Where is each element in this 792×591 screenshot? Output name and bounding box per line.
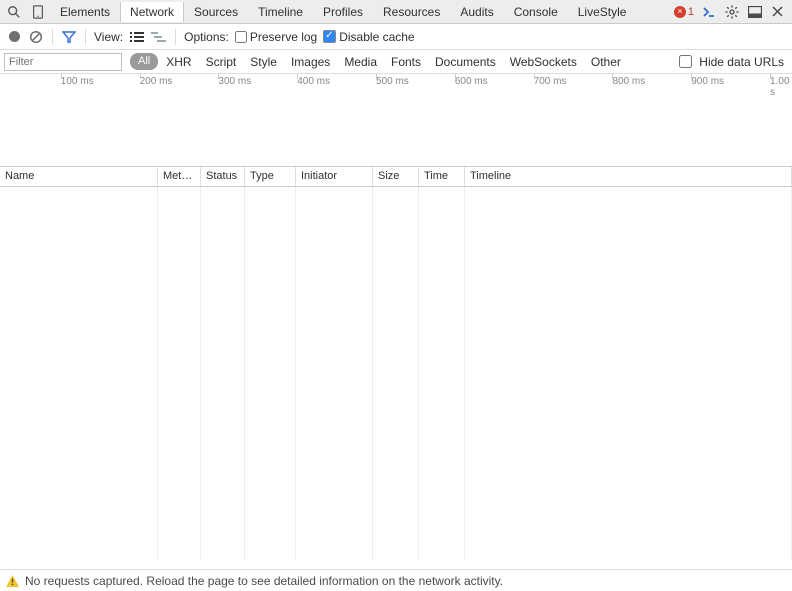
hide-data-urls-label: Hide data URLs [699,55,784,69]
close-icon[interactable] [769,3,786,20]
col-timeline-header[interactable]: Timeline [465,167,792,186]
timeline-tick: 200 ms [140,76,173,87]
view-waterfall-icon[interactable] [151,29,167,45]
filter-type-documents[interactable]: Documents [435,55,496,69]
timeline-overview[interactable]: 100 ms 200 ms 300 ms 400 ms 500 ms 600 ms 700 … [0,74,792,167]
tab-elements[interactable]: Elements [50,2,120,22]
filter-type-script[interactable]: Script [206,55,237,69]
options-label: Options: [184,30,229,44]
record-icon[interactable] [6,29,22,45]
warning-icon [6,575,19,587]
status-message: No requests captured. Reload the page to… [25,574,503,588]
col-initiator-header[interactable]: Initiator [296,167,373,186]
disable-cache-label: Disable cache [339,30,414,44]
tab-timeline[interactable]: Timeline [248,2,313,22]
filter-type-fonts[interactable]: Fonts [391,55,421,69]
preserve-log-checkbox[interactable]: Preserve log [235,30,317,44]
col-name-header[interactable]: Name [0,167,158,186]
timeline-tick: 700 ms [534,76,567,87]
tab-profiles[interactable]: Profiles [313,2,373,22]
requests-table-header: Name Meth… Status Type Initiator Size Ti… [0,167,792,187]
filter-type-media[interactable]: Media [344,55,377,69]
tab-sources[interactable]: Sources [184,2,248,22]
dock-side-icon[interactable] [746,3,763,20]
col-time-header[interactable]: Time [419,167,465,186]
view-list-icon[interactable] [129,29,145,45]
timeline-tick: 800 ms [612,76,645,87]
preserve-log-label: Preserve log [250,30,317,44]
disable-cache-input[interactable] [323,30,336,43]
filter-type-other[interactable]: Other [591,55,621,69]
filter-types: XHR Script Style Images Media Fonts Documents W… [166,55,621,69]
col-size-header[interactable]: Size [373,167,419,186]
hide-data-urls-input[interactable] [679,55,692,68]
timeline-tick: 900 ms [691,76,724,87]
filter-bar: All XHR Script Style Images Media Fonts Docume… [0,50,792,74]
col-status-header[interactable]: Status [201,167,245,186]
timeline-tick: 100 ms [61,76,94,87]
error-count-badge[interactable]: × 1 [674,6,694,18]
filter-type-images[interactable]: Images [291,55,330,69]
preserve-log-input[interactable] [235,31,247,43]
tab-livestyle[interactable]: LiveStyle [568,2,637,22]
timeline-tick: 400 ms [297,76,330,87]
disable-cache-checkbox[interactable]: Disable cache [323,30,414,44]
timeline-tick: 300 ms [218,76,251,87]
error-count: 1 [688,6,694,18]
filter-input[interactable] [4,53,122,71]
timeline-tick: 1.00 s [770,76,792,98]
filter-type-style[interactable]: Style [250,55,277,69]
tab-audits[interactable]: Audits [450,2,503,22]
hide-data-urls-checkbox[interactable]: Hide data URLs [675,52,788,71]
tab-resources[interactable]: Resources [373,2,450,22]
filter-type-websockets[interactable]: WebSockets [510,55,577,69]
col-method-header[interactable]: Meth… [158,167,201,186]
view-label: View: [94,30,123,44]
status-bar: No requests captured. Reload the page to… [0,569,792,591]
requests-table-body [0,187,792,560]
filter-type-xhr[interactable]: XHR [166,55,191,69]
timeline-tick: 600 ms [455,76,488,87]
network-toolbar: View: Options: Preserve log Disable cach… [0,24,792,50]
filter-funnel-icon[interactable] [61,29,77,45]
clear-icon[interactable] [28,29,44,45]
tabbar-right-icons: × 1 [674,3,790,20]
timeline-tick: 500 ms [376,76,409,87]
tabbar-left [2,3,50,21]
devtools-tabbar: ElementsNetworkSourcesTimelineProfilesRe… [0,0,792,24]
tab-console[interactable]: Console [504,2,568,22]
device-mode-icon[interactable] [29,3,47,21]
tab-network[interactable]: Network [120,2,184,22]
col-type-header[interactable]: Type [245,167,296,186]
error-dot-icon: × [674,6,686,18]
gear-icon[interactable] [723,3,740,20]
console-prompt-icon[interactable] [700,3,717,20]
search-icon[interactable] [5,3,23,21]
tabs-host: ElementsNetworkSourcesTimelineProfilesRe… [50,2,636,22]
filter-type-all-pill[interactable]: All [130,53,158,70]
